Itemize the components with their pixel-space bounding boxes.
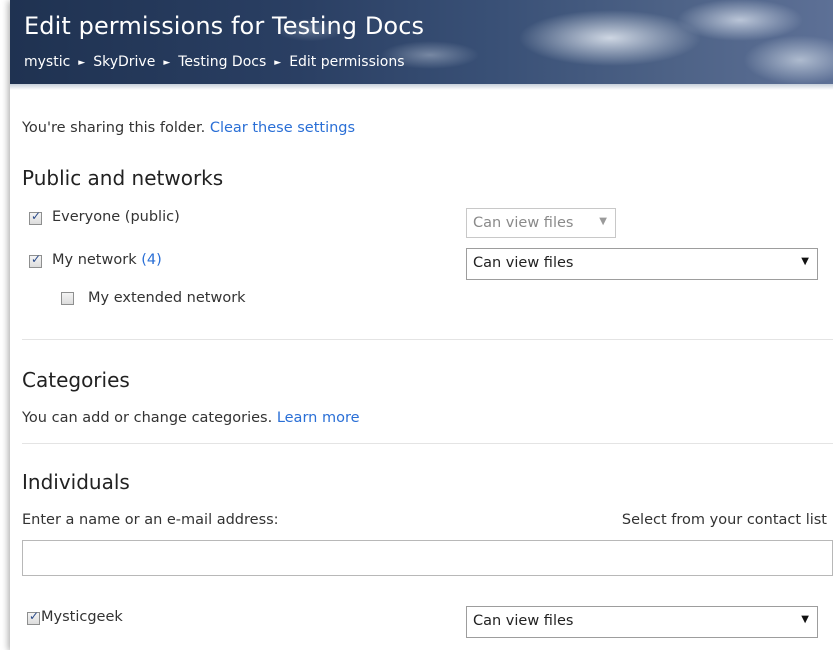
- breadcrumb-item-skydrive[interactable]: SkyDrive: [93, 54, 155, 70]
- sharing-status: You're sharing this folder. Clear these …: [22, 120, 355, 136]
- individuals-prompt: Enter a name or an e-mail address:: [22, 512, 279, 528]
- contact-list-link[interactable]: Select from your contact list: [622, 512, 827, 528]
- mysticgeek-permission-select[interactable]: Can view files ▼: [466, 606, 818, 638]
- section-divider: [22, 339, 833, 340]
- breadcrumb-item-edit-permissions: Edit permissions: [289, 54, 405, 70]
- breadcrumb: mystic ► SkyDrive ► Testing Docs ► Edit permis…: [24, 54, 405, 70]
- sharing-status-text: You're sharing this folder.: [22, 120, 206, 136]
- everyone-permission-select[interactable]: Can view files ▼: [466, 208, 616, 238]
- extended-network-label: My extended network: [88, 290, 246, 306]
- everyone-checkbox[interactable]: [29, 209, 42, 225]
- clear-settings-link[interactable]: Clear these settings: [210, 120, 355, 136]
- breadcrumb-separator-icon: ►: [163, 58, 171, 68]
- my-network-label-row: My network (4): [52, 252, 162, 268]
- mysticgeek-permission-value: Can view files: [473, 613, 574, 629]
- name-email-input[interactable]: [22, 540, 833, 576]
- learn-more-link[interactable]: Learn more: [277, 410, 360, 426]
- page-header: Edit permissions for Testing Docs mystic…: [10, 0, 833, 84]
- header-fade: [10, 84, 833, 90]
- breadcrumb-separator-icon: ►: [78, 58, 86, 68]
- everyone-permission-value: Can view files: [473, 215, 574, 231]
- my-network-permission-value: Can view files: [473, 255, 574, 271]
- mysticgeek-checkbox[interactable]: [27, 609, 40, 625]
- categories-heading: Categories: [22, 368, 130, 392]
- mysticgeek-label: Mysticgeek: [41, 609, 123, 625]
- breadcrumb-item-testing-docs[interactable]: Testing Docs: [178, 54, 266, 70]
- my-network-count-link[interactable]: (4): [141, 252, 162, 268]
- everyone-label: Everyone (public): [52, 209, 180, 225]
- breadcrumb-separator-icon: ►: [274, 58, 282, 68]
- permissions-panel: Edit permissions for Testing Docs mystic…: [10, 0, 833, 650]
- my-network-label: My network: [52, 252, 137, 268]
- my-network-checkbox[interactable]: [29, 252, 42, 268]
- page-title: Edit permissions for Testing Docs: [24, 12, 425, 40]
- categories-text: You can add or change categories.: [22, 410, 273, 426]
- my-network-permission-select[interactable]: Can view files ▼: [466, 248, 818, 280]
- extended-network-checkbox[interactable]: [61, 292, 74, 305]
- chevron-down-icon: ▼: [801, 614, 809, 625]
- chevron-down-icon: ▼: [801, 256, 809, 267]
- section-divider: [22, 443, 833, 444]
- breadcrumb-item-mystic[interactable]: mystic: [24, 54, 70, 70]
- individuals-heading: Individuals: [22, 470, 130, 494]
- chevron-down-icon: ▼: [599, 216, 607, 227]
- categories-info: You can add or change categories. Learn …: [22, 410, 360, 426]
- public-networks-heading: Public and networks: [22, 166, 224, 190]
